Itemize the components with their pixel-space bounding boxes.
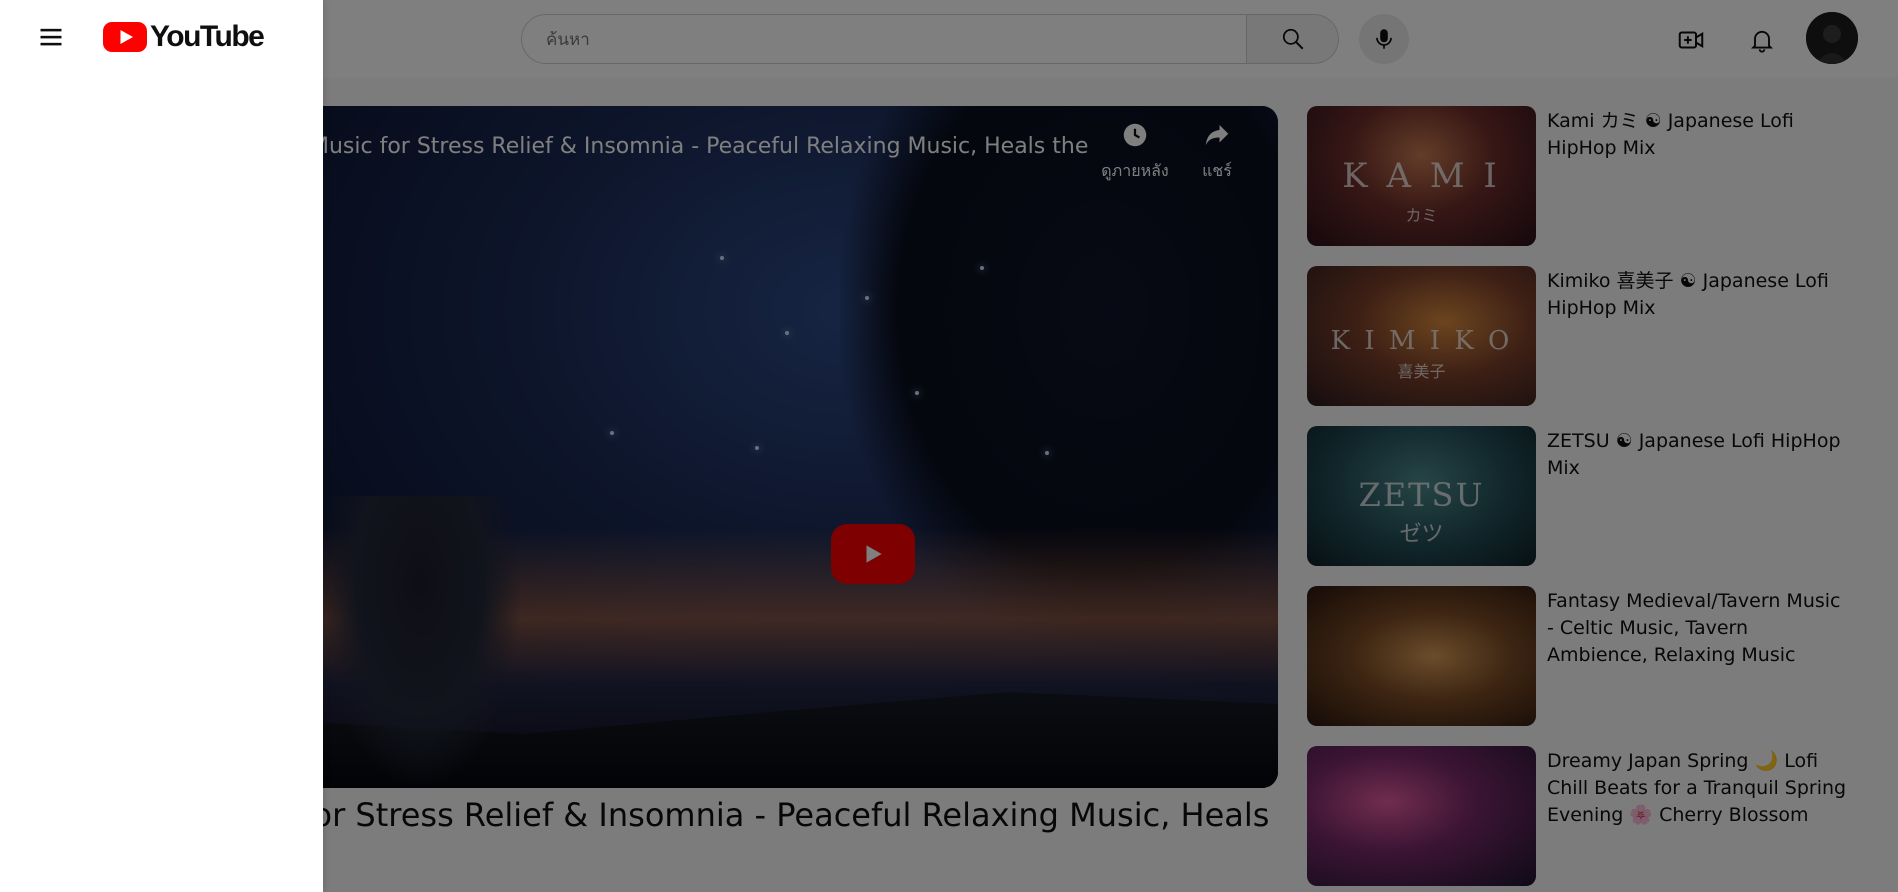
youtube-logo[interactable]: YouTube (103, 20, 265, 54)
logo-wordmark: YouTube (150, 20, 265, 53)
hamburger-menu-icon (40, 28, 62, 46)
guide-menu-button[interactable] (30, 16, 72, 58)
guide-drawer: YouTube (0, 0, 323, 892)
youtube-watch-page: Music for Stress Relief & Insomnia - Pea… (0, 0, 1898, 892)
youtube-play-logo-icon (103, 22, 147, 52)
